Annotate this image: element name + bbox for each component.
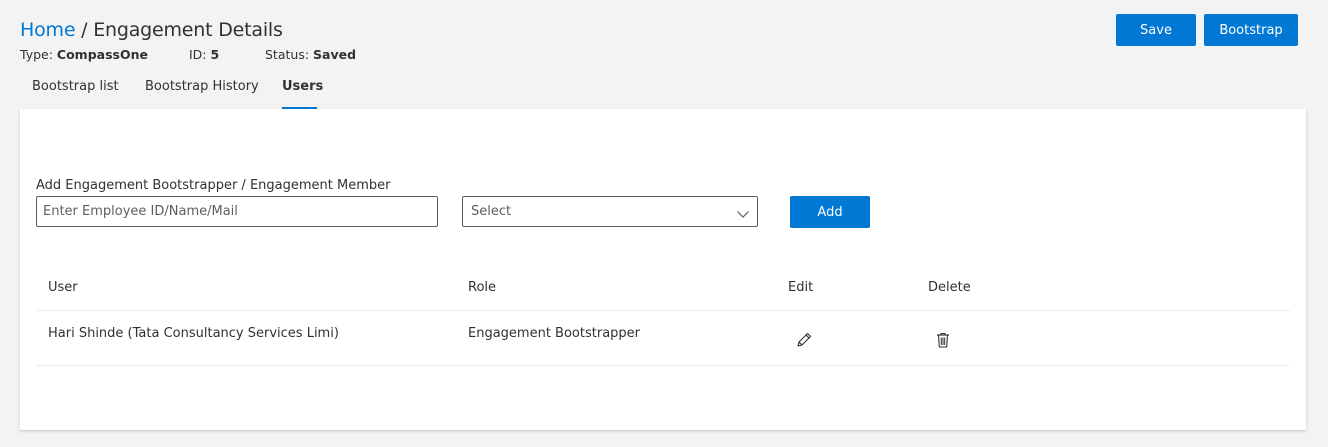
add-member-label: Add Engagement Bootstrapper / Engagement… bbox=[36, 178, 391, 193]
trash-icon[interactable] bbox=[933, 330, 953, 350]
status-meta: Status: Saved bbox=[265, 47, 356, 62]
page-title: Engagement Details bbox=[93, 19, 283, 41]
header-divider bbox=[36, 310, 1290, 311]
role-dropdown[interactable]: Select bbox=[462, 196, 758, 227]
chevron-down-icon bbox=[736, 206, 750, 220]
user-cell: Hari Shinde (Tata Consultancy Services L… bbox=[48, 326, 339, 341]
id-meta: ID: 5 bbox=[189, 47, 219, 62]
column-header-delete: Delete bbox=[928, 280, 971, 295]
type-label: Type: bbox=[20, 47, 57, 62]
tab-users[interactable]: Users bbox=[282, 79, 323, 94]
add-button[interactable]: Add bbox=[790, 196, 870, 228]
row-divider bbox=[36, 365, 1290, 366]
id-label: ID: bbox=[189, 47, 211, 62]
type-value: CompassOne bbox=[56, 47, 148, 62]
id-value: 5 bbox=[210, 47, 220, 62]
role-cell: Engagement Bootstrapper bbox=[468, 326, 641, 341]
column-header-role: Role bbox=[468, 280, 497, 295]
bootstrap-button[interactable]: Bootstrap bbox=[1204, 14, 1298, 46]
employee-search-input[interactable] bbox=[36, 196, 438, 227]
tab-bootstrap-list[interactable]: Bootstrap list bbox=[32, 79, 119, 94]
status-value: Saved bbox=[313, 47, 357, 62]
save-button[interactable]: Save bbox=[1116, 14, 1196, 46]
column-header-edit: Edit bbox=[788, 280, 814, 295]
users-panel: Add Engagement Bootstrapper / Engagement… bbox=[20, 109, 1306, 430]
breadcrumb-separator: / bbox=[75, 19, 94, 41]
breadcrumb: Home / Engagement Details bbox=[20, 17, 283, 43]
tab-bootstrap-history[interactable]: Bootstrap History bbox=[145, 79, 259, 94]
page-header: Home / Engagement Details bbox=[20, 17, 283, 43]
pencil-icon[interactable] bbox=[794, 330, 814, 350]
role-dropdown-value: Select bbox=[471, 204, 512, 219]
column-header-user: User bbox=[48, 280, 78, 295]
status-label: Status: bbox=[265, 47, 314, 62]
breadcrumb-home-link[interactable]: Home bbox=[20, 19, 76, 41]
type-meta: Type: CompassOne bbox=[20, 47, 148, 62]
